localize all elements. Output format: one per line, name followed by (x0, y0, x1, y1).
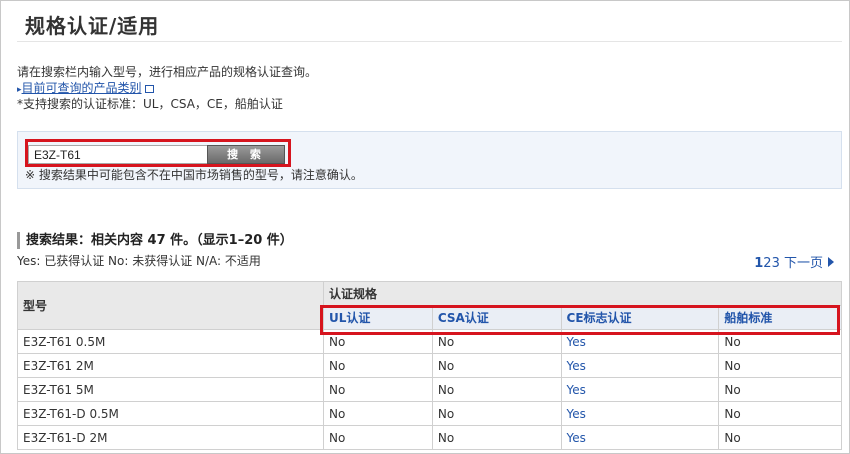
csa-cell: No (431, 425, 562, 450)
next-arrow-icon[interactable] (828, 257, 834, 267)
model-column-header: 型号 (17, 281, 324, 330)
intro-line-3: *支持搜索的认证标准：UL，CSA，CE，船舶认证 (17, 97, 283, 111)
search-highlight-box (25, 139, 291, 167)
model-cell: E3Z-T61-D 2M (17, 425, 324, 450)
table-row: E3Z-T61 2M No No Yes No (17, 353, 842, 378)
page-title: 规格认证/适用 (25, 14, 160, 38)
table-row: E3Z-T61 5M No No Yes No (17, 377, 842, 402)
model-cell: E3Z-T61 5M (17, 377, 324, 402)
ul-cell: No (323, 425, 433, 450)
columns-highlight-box (320, 305, 840, 335)
ul-cell: No (323, 353, 433, 378)
page-link-3[interactable]: 3 (772, 256, 780, 271)
table-row: E3Z-T61-D 2M No No Yes No (17, 425, 842, 450)
title-divider (17, 41, 842, 42)
ce-cell[interactable]: Yes (560, 425, 720, 450)
table-row: E3Z-T61-D 0.5M No No Yes No (17, 401, 842, 426)
ul-cell: No (323, 377, 433, 402)
ce-cell[interactable]: Yes (560, 377, 720, 402)
next-page-link[interactable]: 下一页 (784, 256, 823, 271)
intro-line-1: 请在搜索栏内输入型号，进行相应产品的规格认证查询。 (17, 65, 318, 79)
results-legend: Yes: 已获得认证 No: 未获得认证 N/A: 不适用 (17, 254, 261, 268)
ce-cell[interactable]: Yes (560, 353, 720, 378)
external-window-icon[interactable] (144, 84, 154, 93)
ship-cell: No (718, 377, 842, 402)
intro-text: 请在搜索栏内输入型号，进行相应产品的规格认证查询。 ▸目前可查询的产品类别 *支… (17, 64, 317, 112)
ship-cell: No (718, 401, 842, 426)
model-cell: E3Z-T61-D 0.5M (17, 401, 324, 426)
csa-cell: No (431, 353, 562, 378)
certification-group-header: 认证规格 (323, 281, 842, 306)
ul-cell: No (323, 401, 433, 426)
ce-cell[interactable]: Yes (560, 401, 720, 426)
search-note: ※ 搜索结果中可能包含不在中国市场销售的型号，请注意确认。 (25, 168, 363, 182)
csa-cell: No (431, 377, 562, 402)
ship-cell: No (718, 425, 842, 450)
results-heading: 搜索结果：相关内容 47 件。（显示1–20 件） (17, 232, 293, 249)
ship-cell: No (718, 353, 842, 378)
page-link-1[interactable]: 1 (754, 256, 763, 271)
intro-line-2: ▸目前可查询的产品类别 (17, 80, 317, 96)
product-category-link[interactable]: 目前可查询的产品类别 (22, 81, 142, 95)
csa-cell: No (431, 401, 562, 426)
model-cell: E3Z-T61 2M (17, 353, 324, 378)
page-link-2[interactable]: 2 (763, 256, 771, 271)
model-cell: E3Z-T61 0.5M (17, 329, 324, 354)
pagination: 123 下一页 (754, 252, 834, 271)
